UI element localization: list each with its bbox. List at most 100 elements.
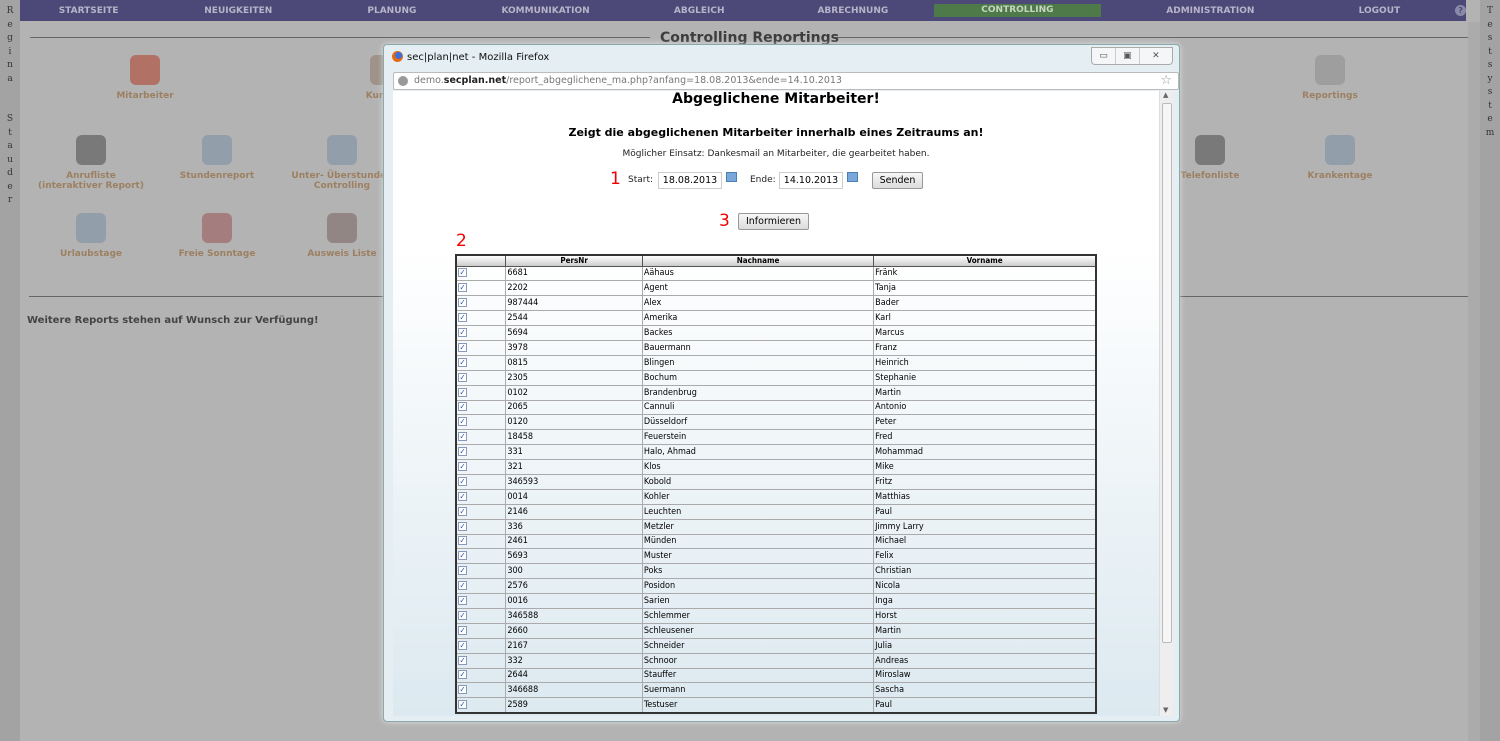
table-row: ✓ 0014 Kohler Matthias [455, 488, 1097, 505]
nav-abgleich[interactable]: ABGLEICH [627, 6, 772, 16]
bookmark-star-icon[interactable]: ☆ [1160, 73, 1172, 89]
persnr-cell: 2146 [505, 503, 643, 520]
nav-planung[interactable]: PLANUNG [319, 6, 464, 16]
row-checkbox[interactable]: ✓ [458, 700, 467, 710]
popup-scrollbar[interactable]: ▲ ▼ [1159, 91, 1173, 716]
end-date-input[interactable]: 14.10.2013 [779, 172, 843, 189]
calendar-icon[interactable] [847, 172, 858, 182]
firefox-icon [392, 51, 403, 62]
table-row: ✓ 2660 Schleusener Martin [455, 622, 1097, 639]
row-checkbox[interactable]: ✓ [458, 402, 467, 412]
row-checkbox[interactable]: ✓ [458, 581, 467, 591]
row-checkbox[interactable]: ✓ [458, 640, 467, 650]
row-checkbox[interactable]: ✓ [458, 566, 467, 576]
table-row: ✓ 0016 Sarien Inga [455, 593, 1097, 609]
row-checkbox[interactable]: ✓ [458, 610, 467, 620]
row-checkbox[interactable]: ✓ [458, 491, 467, 501]
nachname-cell: Suermann [641, 682, 875, 699]
row-checkbox[interactable]: ✓ [458, 625, 467, 635]
nachname-cell: Düsseldorf [641, 414, 875, 431]
inform-button[interactable]: Informieren [738, 213, 809, 230]
row-checkbox[interactable]: ✓ [458, 521, 467, 531]
tile-reportings[interactable]: Reportings [1265, 55, 1395, 101]
nachname-cell: Münden [641, 533, 875, 550]
row-checkbox[interactable]: ✓ [458, 328, 467, 337]
row-checkbox[interactable]: ✓ [458, 417, 467, 427]
table-row: ✓ 6681 Aähaus Fränk [455, 265, 1097, 282]
row-checkbox[interactable]: ✓ [458, 462, 467, 472]
minimize-button[interactable]: ▭ [1092, 48, 1116, 64]
row-checkbox[interactable]: ✓ [458, 685, 467, 695]
row-checkbox[interactable]: ✓ [458, 342, 467, 352]
nav-kommunikation[interactable]: KOMMUNIKATION [465, 6, 627, 16]
row-checkbox[interactable]: ✓ [458, 372, 467, 382]
tile-anrufliste[interactable]: Anrufliste (interaktiver Report) [26, 135, 156, 191]
persnr-cell: 2065 [505, 399, 643, 416]
tile-freie-sonntage[interactable]: Freie Sonntage [152, 213, 282, 259]
calendar-icon[interactable] [726, 172, 737, 182]
row-checkbox[interactable]: ✓ [458, 476, 467, 486]
tile-mitarbeiter[interactable]: Mitarbeiter [80, 55, 210, 101]
persnr-cell: 346593 [505, 473, 643, 490]
tile-urlaubstage[interactable]: Urlaubstage [26, 213, 156, 259]
tile-krankentage[interactable]: Krankentage [1275, 135, 1405, 181]
row-checkbox[interactable]: ✓ [458, 596, 467, 606]
nachname-cell: Alex [641, 295, 875, 312]
row-checkbox[interactable]: ✓ [458, 298, 467, 308]
marker-2: 2 [456, 231, 467, 251]
close-button[interactable]: ✕ [1140, 48, 1172, 64]
row-checkbox[interactable]: ✓ [458, 268, 467, 278]
vorname-cell: Stephanie [873, 369, 1097, 386]
system-name-vertical: Testsystem [1480, 0, 1500, 741]
row-checkbox[interactable]: ✓ [458, 551, 467, 561]
table-row: ✓ 3978 Bauermann Franz [455, 339, 1097, 356]
persnr-cell: 2461 [505, 533, 643, 550]
vorname-cell: Paul [873, 697, 1097, 714]
tile-stundenreport[interactable]: Stundenreport [152, 135, 282, 181]
help-icon[interactable]: ? [1455, 5, 1466, 16]
vorname-cell: Marcus [873, 325, 1097, 341]
nav-startseite[interactable]: STARTSEITE [20, 6, 157, 16]
maximize-button[interactable]: ▣ [1116, 48, 1140, 64]
row-checkbox[interactable]: ✓ [458, 655, 467, 665]
page-scrollbar[interactable] [1468, 22, 1480, 741]
vorname-cell: Inga [873, 593, 1097, 609]
row-checkbox[interactable]: ✓ [458, 670, 467, 680]
row-checkbox[interactable]: ✓ [458, 283, 467, 293]
nav-neuigkeiten[interactable]: NEUIGKEITEN [157, 6, 319, 16]
vorname-cell: Michael [873, 533, 1097, 550]
employee-table: PersNr Nachname Vorname ✓ 6681 Aähaus Fränk ✓ 2… [455, 254, 1097, 714]
row-checkbox[interactable]: ✓ [458, 387, 467, 397]
nav-logout[interactable]: LOGOUT [1320, 6, 1439, 16]
table-row: ✓ 2167 Schneider Julia [455, 637, 1097, 654]
table-row: ✓ 987444 Alex Bader [455, 295, 1097, 312]
window-controls: ▭ ▣ ✕ [1091, 47, 1173, 65]
url-bar[interactable]: demo.secplan.net/report_abgeglichene_ma.… [393, 72, 1179, 90]
persnr-cell: 332 [505, 652, 643, 669]
nav-administration[interactable]: ADMINISTRATION [1101, 6, 1320, 16]
nachname-cell: Agent [641, 280, 875, 297]
vorname-cell: Julia [873, 637, 1097, 654]
table-row: ✓ 2589 Testuser Paul [455, 697, 1097, 714]
persnr-cell: 987444 [505, 295, 643, 312]
nachname-cell: Aähaus [641, 265, 875, 282]
nachname-cell: Schneider [641, 637, 875, 654]
start-date-input[interactable]: 18.08.2013 [658, 172, 722, 189]
nachname-cell: Feuerstein [641, 429, 875, 446]
persnr-cell: 3978 [505, 339, 643, 356]
send-button[interactable]: Senden [872, 172, 923, 189]
row-checkbox[interactable]: ✓ [458, 357, 467, 367]
row-checkbox[interactable]: ✓ [458, 313, 467, 323]
nav-abrechnung[interactable]: ABRECHNUNG [772, 6, 934, 16]
nav-controlling[interactable]: CONTROLLING [933, 4, 1101, 17]
table-row: ✓ 2305 Bochum Stephanie [455, 369, 1097, 386]
persnr-cell: 2576 [505, 578, 643, 595]
row-checkbox[interactable]: ✓ [458, 506, 467, 516]
vorname-cell: Peter [873, 414, 1097, 431]
persnr-cell: 0102 [505, 384, 643, 401]
persnr-cell: 2305 [505, 369, 643, 386]
table-row: ✓ 0102 Brandenbrug Martin [455, 384, 1097, 401]
row-checkbox[interactable]: ✓ [458, 447, 467, 457]
row-checkbox[interactable]: ✓ [458, 432, 467, 442]
row-checkbox[interactable]: ✓ [458, 536, 467, 546]
